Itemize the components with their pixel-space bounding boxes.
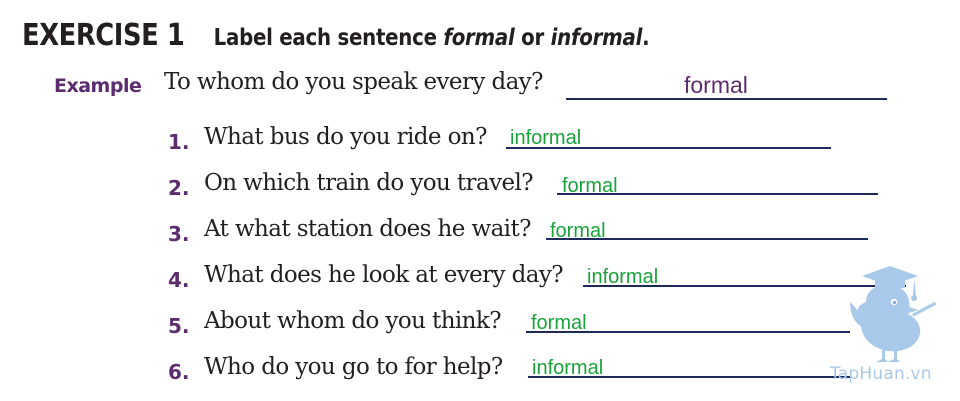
item-sentence: What does he look at every day? [204, 262, 564, 288]
item-number: 1. [168, 130, 190, 154]
answer-text: informal [532, 357, 604, 379]
example-row: Example To whom do you speak every day? … [0, 66, 960, 106]
item-sentence: At what station does he wait? [204, 216, 531, 242]
list-item: 5. About whom do you think? formal [0, 305, 960, 345]
list-item: 2. On which train do you travel? formal [0, 167, 960, 207]
exercise-heading: EXERCISE 1 Label each sentence formal or… [22, 18, 650, 58]
list-item: 6. Who do you go to for help? informal [0, 351, 960, 391]
answer-text: informal [510, 127, 582, 149]
answer-text: informal [587, 266, 659, 288]
item-number: 6. [168, 360, 190, 384]
example-sentence: To whom do you speak every day? [164, 69, 543, 95]
item-number: 4. [168, 268, 190, 292]
item-sentence: About whom do you think? [204, 308, 502, 334]
list-item: 4. What does he look at every day? infor… [0, 259, 960, 299]
answer-text: formal [550, 220, 606, 242]
exercise-title: EXERCISE 1 [22, 18, 185, 53]
item-sentence: On which train do you travel? [204, 170, 534, 196]
bird-graduate-icon [850, 266, 937, 362]
example-answer: formal [684, 72, 748, 98]
item-sentence: Who do you go to for help? [204, 354, 503, 380]
answer-text: formal [562, 175, 618, 197]
watermark-text: TapHuan.vn [830, 364, 932, 384]
item-number: 3. [168, 222, 190, 246]
answer-text: formal [531, 312, 587, 334]
list-item: 3. At what station does he wait? formal [0, 213, 960, 253]
item-number: 5. [168, 314, 190, 338]
list-item: 1. What bus do you ride on? informal [0, 121, 960, 161]
item-number: 2. [168, 176, 190, 200]
exercise-instruction: Label each sentence formal or informal. [213, 25, 650, 51]
example-label: Example [54, 75, 142, 97]
item-sentence: What bus do you ride on? [204, 124, 487, 150]
